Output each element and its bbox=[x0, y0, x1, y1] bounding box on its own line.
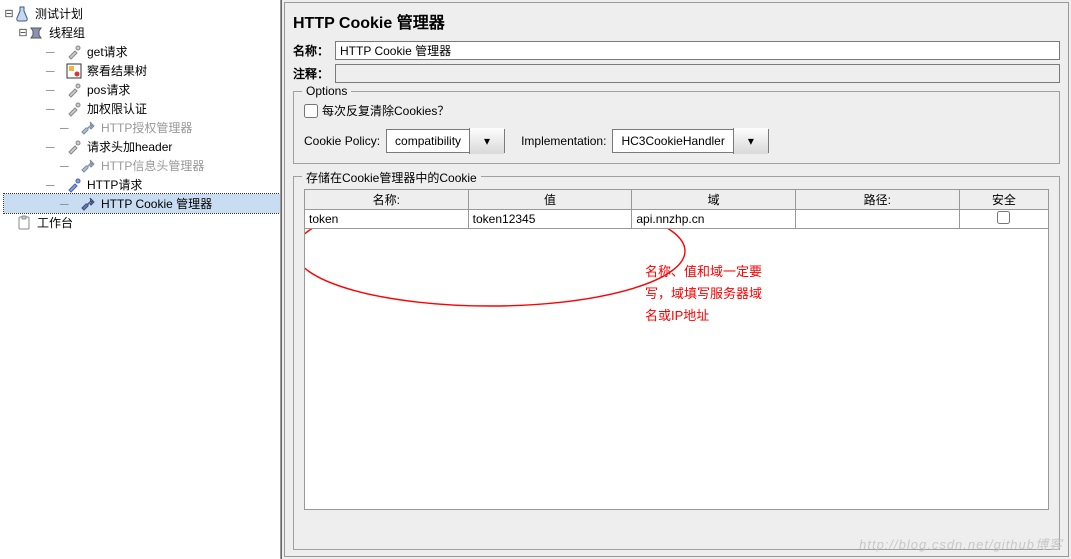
cell-secure[interactable] bbox=[959, 210, 1048, 229]
col-value: 值 bbox=[468, 190, 632, 210]
table-body-empty[interactable]: 名称、值和域一定要 写，域填写服务器域 名或IP地址 bbox=[304, 229, 1049, 510]
table-row[interactable]: token token12345 api.nnzhp.cn bbox=[305, 210, 1049, 229]
tree-item-sampler[interactable]: ─ get请求 bbox=[4, 42, 280, 61]
tree-label: 加权限认证 bbox=[85, 100, 149, 117]
tree-label: HTTP Cookie 管理器 bbox=[99, 195, 214, 212]
spool-icon bbox=[28, 25, 44, 41]
cell-domain[interactable]: api.nnzhp.cn bbox=[632, 210, 796, 229]
cookie-policy-select[interactable]: compatibility ▾ bbox=[386, 129, 505, 153]
cookie-policy-label: Cookie Policy: bbox=[304, 134, 380, 148]
secure-checkbox[interactable] bbox=[997, 211, 1010, 224]
tree-label: 请求头加header bbox=[85, 138, 174, 155]
implementation-label: Implementation: bbox=[521, 134, 606, 148]
comment-label: 注释： bbox=[293, 65, 329, 82]
col-domain: 域 bbox=[632, 190, 796, 210]
options-legend: Options bbox=[302, 84, 351, 98]
wrench-icon bbox=[80, 120, 96, 136]
name-input[interactable] bbox=[335, 41, 1060, 60]
comment-input[interactable] bbox=[335, 64, 1060, 83]
tree-item-config[interactable]: ─ HTTP授权管理器 bbox=[4, 118, 280, 137]
tree-item-sampler[interactable]: ─ 加权限认证 bbox=[4, 99, 280, 118]
implementation-value: HC3CookieHandler bbox=[613, 132, 732, 150]
cookie-policy-value: compatibility bbox=[387, 132, 469, 150]
tree-item-sampler[interactable]: ─ pos请求 bbox=[4, 80, 280, 99]
pipette-icon bbox=[66, 139, 82, 155]
tree-label: HTTP授权管理器 bbox=[99, 119, 194, 136]
tree-label: get请求 bbox=[85, 43, 130, 60]
cell-value[interactable]: token12345 bbox=[468, 210, 632, 229]
tree-label: 线程组 bbox=[47, 24, 87, 41]
tree-item-sampler[interactable]: ─ 请求头加header bbox=[4, 137, 280, 156]
tree-item-results-tree[interactable]: ─ 察看结果树 bbox=[4, 61, 280, 80]
tree-item-config[interactable]: ─ HTTP信息头管理器 bbox=[4, 156, 280, 175]
tree-item-thread-group[interactable]: ⊟ 线程组 bbox=[4, 23, 280, 42]
annotation-text: 名称、值和域一定要 写，域填写服务器域 名或IP地址 bbox=[645, 261, 762, 327]
watermark: http://blog.csdn.net/github博客 bbox=[859, 534, 1063, 553]
tree-label: HTTP信息头管理器 bbox=[99, 157, 206, 174]
table-header-row: 名称: 值 域 路径: 安全 bbox=[305, 190, 1049, 210]
page-title: HTTP Cookie 管理器 bbox=[285, 3, 1068, 39]
pipette-icon bbox=[66, 101, 82, 117]
pipette-icon bbox=[66, 44, 82, 60]
tree-label: 察看结果树 bbox=[85, 62, 149, 79]
tree-view[interactable]: ⊟ 测试计划 ⊟ 线程组 ─ get请求 ─ 察看结果树 ─ bbox=[0, 0, 281, 559]
tree-label: pos请求 bbox=[85, 81, 132, 98]
flask-icon bbox=[14, 6, 30, 22]
implementation-select[interactable]: HC3CookieHandler ▾ bbox=[612, 129, 768, 153]
tree-item-cookie-manager[interactable]: ─ HTTP Cookie 管理器 bbox=[4, 194, 280, 213]
cookies-table[interactable]: 名称: 值 域 路径: 安全 token token12345 api.nnzh… bbox=[304, 189, 1049, 229]
tree-label: HTTP请求 bbox=[85, 176, 144, 193]
tree-label: 测试计划 bbox=[33, 5, 85, 22]
collapse-icon[interactable]: ⊟ bbox=[4, 7, 14, 20]
clipboard-icon bbox=[16, 215, 32, 231]
annotation-ellipse bbox=[304, 229, 695, 321]
chevron-down-icon: ▾ bbox=[469, 128, 504, 154]
clear-cookies-label: 每次反复清除Cookies？ bbox=[322, 102, 449, 119]
col-path: 路径: bbox=[796, 190, 960, 210]
cookies-legend: 存储在Cookie管理器中的Cookie bbox=[302, 169, 481, 186]
col-secure: 安全 bbox=[959, 190, 1048, 210]
collapse-icon[interactable]: ⊟ bbox=[18, 26, 28, 39]
cookies-fieldset: 存储在Cookie管理器中的Cookie 名称: 值 域 路径: 安全 toke… bbox=[293, 176, 1060, 550]
results-icon bbox=[66, 63, 82, 79]
tree-item-workbench[interactable]: 工作台 bbox=[4, 213, 280, 232]
tree-item-sampler[interactable]: ─ HTTP请求 bbox=[4, 175, 280, 194]
clear-cookies-checkbox[interactable] bbox=[304, 104, 318, 118]
tree-label: 工作台 bbox=[35, 214, 75, 231]
pipette-icon bbox=[66, 177, 82, 193]
options-fieldset: Options 每次反复清除Cookies？ Cookie Policy: co… bbox=[293, 91, 1060, 164]
wrench-icon bbox=[80, 158, 96, 174]
cell-name[interactable]: token bbox=[305, 210, 469, 229]
tree-item-test-plan[interactable]: ⊟ 测试计划 bbox=[4, 4, 280, 23]
wrench-icon bbox=[80, 196, 96, 212]
chevron-down-icon: ▾ bbox=[733, 128, 768, 154]
name-label: 名称： bbox=[293, 42, 329, 59]
cell-path[interactable] bbox=[796, 210, 960, 229]
col-name: 名称: bbox=[305, 190, 469, 210]
pipette-icon bbox=[66, 82, 82, 98]
